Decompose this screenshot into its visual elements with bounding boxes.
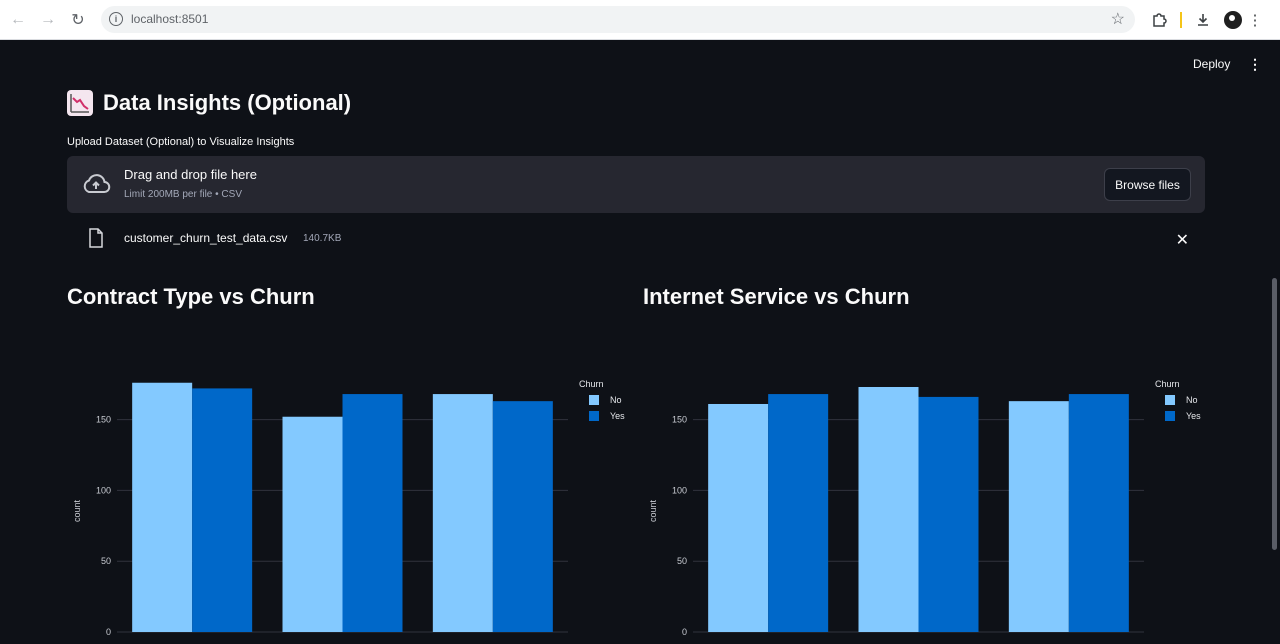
page-scrollbar[interactable] xyxy=(1272,278,1277,550)
file-icon xyxy=(88,228,104,253)
chart-decreasing-icon xyxy=(67,90,93,116)
y-tick-label: 100 xyxy=(96,485,111,495)
chart-title-internet: Internet Service vs Churn xyxy=(643,284,910,309)
y-tick-label: 0 xyxy=(106,627,111,637)
internet-churn-chart: 0 50 100 150 count Churn No Yes xyxy=(648,379,1201,637)
page-heading: Data Insights (Optional) xyxy=(67,90,351,116)
legend-swatch-no[interactable] xyxy=(589,395,599,405)
site-info-icon[interactable]: i xyxy=(109,12,123,26)
dropzone-title: Drag and drop file here xyxy=(124,167,257,182)
contract-churn-chart: 0 50 100 150 count Churn No Yes xyxy=(72,379,625,637)
legend-label-no[interactable]: No xyxy=(1186,395,1198,405)
remove-file-icon[interactable]: ✕ xyxy=(1176,230,1189,250)
legend-title: Churn xyxy=(1155,379,1180,389)
uploader-label: Upload Dataset (Optional) to Visualize I… xyxy=(67,136,295,148)
toolbar-divider xyxy=(1180,12,1182,28)
y-tick-label: 150 xyxy=(96,415,111,425)
reload-icon[interactable]: ↻ xyxy=(66,8,90,32)
y-axis-label: count xyxy=(72,499,82,522)
bookmark-star-icon[interactable]: ☆ xyxy=(1111,9,1125,29)
back-icon[interactable]: ← xyxy=(6,8,30,32)
y-tick-label: 0 xyxy=(682,627,687,637)
uploaded-file-size: 140.7KB xyxy=(303,233,342,244)
profile-avatar[interactable] xyxy=(1224,11,1242,29)
page-title: Data Insights (Optional) xyxy=(103,90,352,115)
bar-yes[interactable] xyxy=(342,394,403,632)
bar-no[interactable] xyxy=(282,416,343,632)
address-bar[interactable]: i localhost:8501 ☆ xyxy=(101,6,1135,33)
bar-no[interactable] xyxy=(432,394,493,632)
file-dropzone[interactable]: Drag and drop file here Limit 200MB per … xyxy=(67,156,1205,213)
legend-title: Churn xyxy=(579,379,604,389)
extensions-icon[interactable] xyxy=(1148,9,1170,31)
forward-icon[interactable]: → xyxy=(36,8,60,32)
bar-no[interactable] xyxy=(1008,401,1069,632)
deploy-button[interactable]: Deploy xyxy=(1193,57,1230,71)
legend-swatch-yes[interactable] xyxy=(589,411,599,421)
uploaded-file-row: customer_churn_test_data.csv 140.7KB ✕ xyxy=(67,226,1205,254)
bar-yes[interactable] xyxy=(492,401,553,632)
legend-label-no[interactable]: No xyxy=(610,395,622,405)
chart-title-contract: Contract Type vs Churn xyxy=(67,284,315,309)
legend-swatch-yes[interactable] xyxy=(1165,411,1175,421)
bar-no[interactable] xyxy=(858,386,919,632)
bar-yes[interactable] xyxy=(768,394,829,632)
browser-menu-icon[interactable]: ⋮ xyxy=(1244,9,1266,31)
cloud-upload-icon xyxy=(81,173,111,200)
dropzone-subtitle: Limit 200MB per file • CSV xyxy=(124,189,242,200)
legend-swatch-no[interactable] xyxy=(1165,395,1175,405)
y-tick-label: 50 xyxy=(677,556,687,566)
download-icon[interactable] xyxy=(1192,9,1214,31)
y-tick-label: 100 xyxy=(672,485,687,495)
bar-yes[interactable] xyxy=(918,396,979,632)
browse-files-button[interactable]: Browse files xyxy=(1104,168,1191,201)
bar-no[interactable] xyxy=(708,403,769,632)
kebab-menu-icon[interactable]: ⋮ xyxy=(1248,56,1262,73)
bar-no[interactable] xyxy=(132,382,193,632)
y-tick-label: 150 xyxy=(672,415,687,425)
bar-yes[interactable] xyxy=(192,388,253,632)
url-text[interactable]: localhost:8501 xyxy=(131,12,208,26)
bar-yes[interactable] xyxy=(1068,394,1129,632)
y-tick-label: 50 xyxy=(101,556,111,566)
y-axis-label: count xyxy=(648,499,658,522)
legend-label-yes[interactable]: Yes xyxy=(1186,411,1201,421)
legend-label-yes[interactable]: Yes xyxy=(610,411,625,421)
browser-toolbar: ← → ↻ i localhost:8501 ☆ ⋮ xyxy=(0,0,1280,40)
uploaded-file-name: customer_churn_test_data.csv xyxy=(124,231,288,245)
